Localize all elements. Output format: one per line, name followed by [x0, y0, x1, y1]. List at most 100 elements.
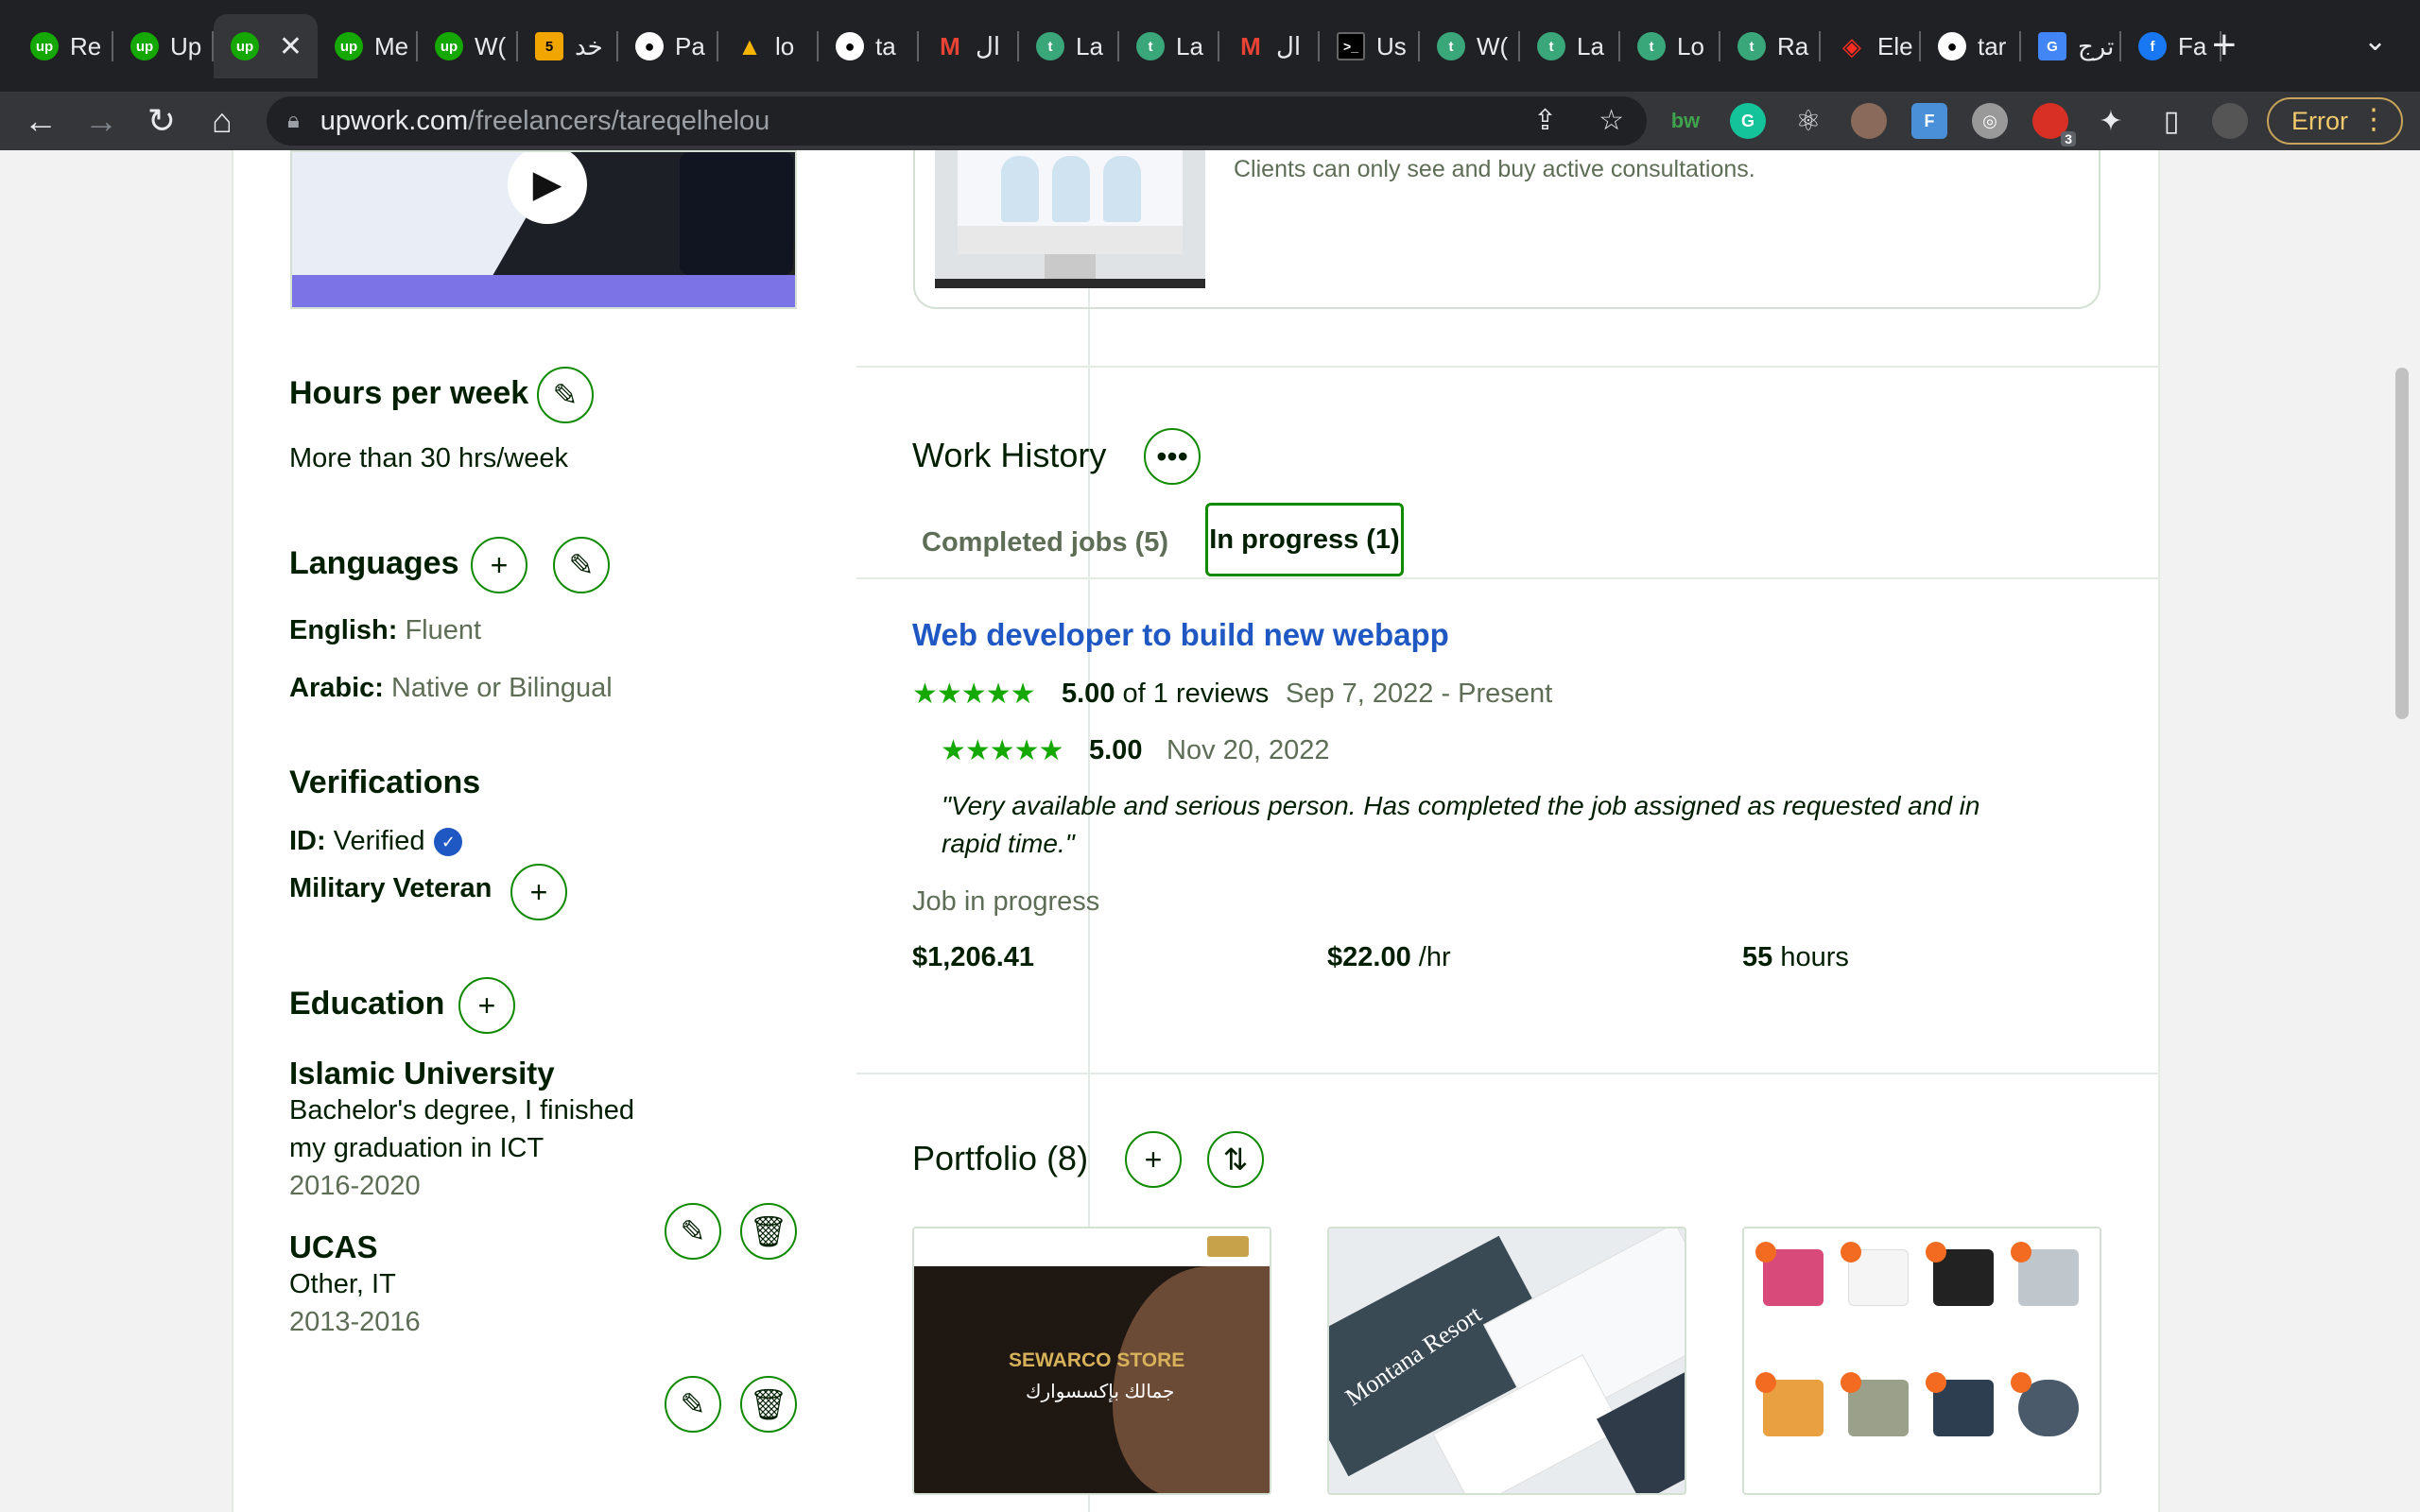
- image-part: [935, 279, 1205, 288]
- address-bar[interactable]: 🔒︎ upwork.com/freelancers/tareqelhelou ⇪…: [267, 96, 1647, 146]
- back-arrow-icon[interactable]: ←: [19, 99, 62, 143]
- browser-tab[interactable]: 5 خد: [518, 14, 618, 78]
- extension-icon[interactable]: ◎: [1972, 103, 2008, 139]
- side-panel-icon[interactable]: ▯: [2153, 103, 2189, 139]
- bw-extension-icon[interactable]: bw: [1668, 103, 1703, 139]
- star-icon[interactable]: ☆: [1599, 104, 1624, 137]
- browser-tab[interactable]: G ترج: [2021, 14, 2121, 78]
- page-scrollbar[interactable]: [2395, 368, 2409, 719]
- react-icon[interactable]: ⚛: [1790, 103, 1826, 139]
- id-label: ID:: [289, 826, 326, 856]
- new-tab-icon[interactable]: +: [2212, 21, 2237, 70]
- job-title-link[interactable]: Web developer to build new webapp: [912, 617, 1449, 653]
- education-school: UCAS: [289, 1229, 378, 1264]
- image-part: [1001, 156, 1039, 222]
- lock-icon: 🔒︎: [287, 108, 300, 133]
- t-icon: t: [1637, 32, 1666, 60]
- delete-education-button[interactable]: 🗑︎: [740, 1203, 797, 1260]
- translate-icon: G: [2038, 32, 2066, 60]
- tab-label: خد: [575, 31, 603, 60]
- browser-tab[interactable]: ● tar: [1921, 14, 2021, 78]
- reload-icon[interactable]: ↻: [140, 99, 183, 143]
- reviews-count: of 1 reviews: [1122, 679, 1270, 709]
- profile-error-button[interactable]: Error ⋮: [2267, 97, 2403, 145]
- browser-tab[interactable]: ● ta: [819, 14, 919, 78]
- language-item: Arabic: Native or Bilingual: [289, 673, 613, 704]
- video-thumbnail[interactable]: ▶: [290, 150, 797, 309]
- thumb-part: [1755, 1372, 1776, 1393]
- browser-tab[interactable]: M ال: [919, 14, 1019, 78]
- thumb-part: [1841, 1242, 1861, 1263]
- url-host: upwork.com: [320, 105, 469, 136]
- portfolio-item[interactable]: Montana Resort: [1327, 1227, 1686, 1495]
- avatar[interactable]: [2212, 103, 2248, 139]
- feedback-line: "Very available and serious person. Has …: [942, 791, 1980, 820]
- language-level: Native or Bilingual: [390, 673, 613, 703]
- delete-education-button[interactable]: 🗑︎: [740, 1376, 797, 1433]
- browser-tab[interactable]: ◈ Ele: [1821, 14, 1921, 78]
- tab-label: Fa: [2178, 31, 2207, 60]
- browser-tab[interactable]: t Lo: [1620, 14, 1720, 78]
- page: ▶ Hours per week ✎ More than 30 hrs/week…: [0, 150, 2420, 1512]
- url-text[interactable]: upwork.com/freelancers/tareqelhelou: [320, 106, 770, 137]
- edit-education-button[interactable]: ✎: [665, 1376, 721, 1433]
- browser-tab[interactable]: ● Pa: [618, 14, 718, 78]
- portfolio-item[interactable]: SEWARCO STORE جمالك بإكسسوارك: [912, 1227, 1271, 1495]
- forward-arrow-icon[interactable]: →: [79, 99, 123, 143]
- tab-label: Lo: [1677, 31, 1704, 60]
- github-icon: ●: [1938, 32, 1966, 60]
- chevron-down-icon[interactable]: ⌄: [2363, 25, 2387, 58]
- browser-tab[interactable]: up W(: [418, 14, 518, 78]
- thumb-bg: [292, 275, 795, 307]
- language-level: Fluent: [405, 615, 482, 645]
- pencil-icon: ✎: [568, 548, 595, 582]
- address-bar-actions: ⇪ ☆: [1533, 104, 1624, 137]
- terminal-icon: >_: [1337, 32, 1365, 60]
- extension-badge-icon[interactable]: 3: [2032, 103, 2076, 146]
- add-education-button[interactable]: +: [458, 977, 515, 1034]
- edit-hours-button[interactable]: ✎: [537, 367, 594, 423]
- client-feedback: "Very available and serious person. Has …: [942, 787, 2038, 863]
- extension-icon[interactable]: [1851, 103, 1887, 139]
- laravel-icon: ◈: [1842, 31, 1861, 60]
- work-history-more-button[interactable]: •••: [1144, 428, 1201, 485]
- browser-tab[interactable]: ▲ lo: [718, 14, 819, 78]
- close-tab-icon[interactable]: ✕: [279, 30, 302, 63]
- tab-label: Us: [1376, 31, 1407, 60]
- browser-tab-active[interactable]: up ✕: [214, 14, 318, 78]
- browser-tab[interactable]: t La: [1520, 14, 1620, 78]
- grammarly-icon[interactable]: G: [1730, 103, 1766, 139]
- education-degree: Other, IT: [289, 1269, 396, 1299]
- add-military-button[interactable]: +: [510, 864, 567, 920]
- puzzle-icon[interactable]: ✦: [2093, 103, 2129, 139]
- tab-in-progress[interactable]: In progress (1): [1205, 503, 1404, 576]
- browser-tab[interactable]: t La: [1119, 14, 1219, 78]
- browser-tab[interactable]: t W(: [1420, 14, 1520, 78]
- browser-tab[interactable]: up Up: [113, 14, 214, 78]
- edit-education-button[interactable]: ✎: [665, 1203, 721, 1260]
- share-icon[interactable]: ⇪: [1533, 104, 1557, 137]
- image-part: [958, 226, 1183, 254]
- tab-label: ال: [1276, 31, 1302, 60]
- edit-languages-button[interactable]: ✎: [553, 537, 610, 593]
- browser-tab[interactable]: t La: [1019, 14, 1119, 78]
- browser-tab[interactable]: up Me: [318, 14, 418, 78]
- browser-tab[interactable]: >_ Us: [1320, 14, 1420, 78]
- more-vertical-icon: ⋮: [2360, 104, 2388, 135]
- browser-tab-bar: up Re up Up up ✕ up Me up W( 5 خد ● Pa ▲ lo ● ta …: [0, 0, 2420, 92]
- home-icon[interactable]: ⌂: [200, 99, 244, 143]
- extension-icon[interactable]: F: [1911, 103, 1947, 139]
- browser-tab[interactable]: up Re: [13, 14, 113, 78]
- browser-tab[interactable]: M ال: [1219, 14, 1320, 78]
- portfolio-item[interactable]: [1742, 1227, 2101, 1495]
- client-rating-value: 5.00: [1089, 735, 1143, 765]
- rate-value: $22.00: [1327, 942, 1411, 972]
- browser-tab[interactable]: f Fa: [2121, 14, 2221, 78]
- add-language-button[interactable]: +: [471, 537, 527, 593]
- reorder-portfolio-button[interactable]: ⇅: [1207, 1131, 1264, 1188]
- tab-completed-jobs[interactable]: Completed jobs (5): [922, 527, 1168, 558]
- add-portfolio-button[interactable]: +: [1125, 1131, 1182, 1188]
- browser-tab[interactable]: t Ra: [1720, 14, 1821, 78]
- tab-label: lo: [775, 31, 795, 60]
- job-rate: $22.00 /hr: [1327, 942, 1451, 973]
